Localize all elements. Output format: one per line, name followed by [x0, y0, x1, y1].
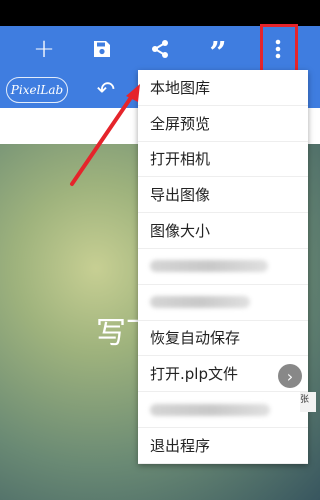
- red-arrow-icon: [70, 94, 134, 186]
- annotation-arrow-layer: [70, 84, 140, 186]
